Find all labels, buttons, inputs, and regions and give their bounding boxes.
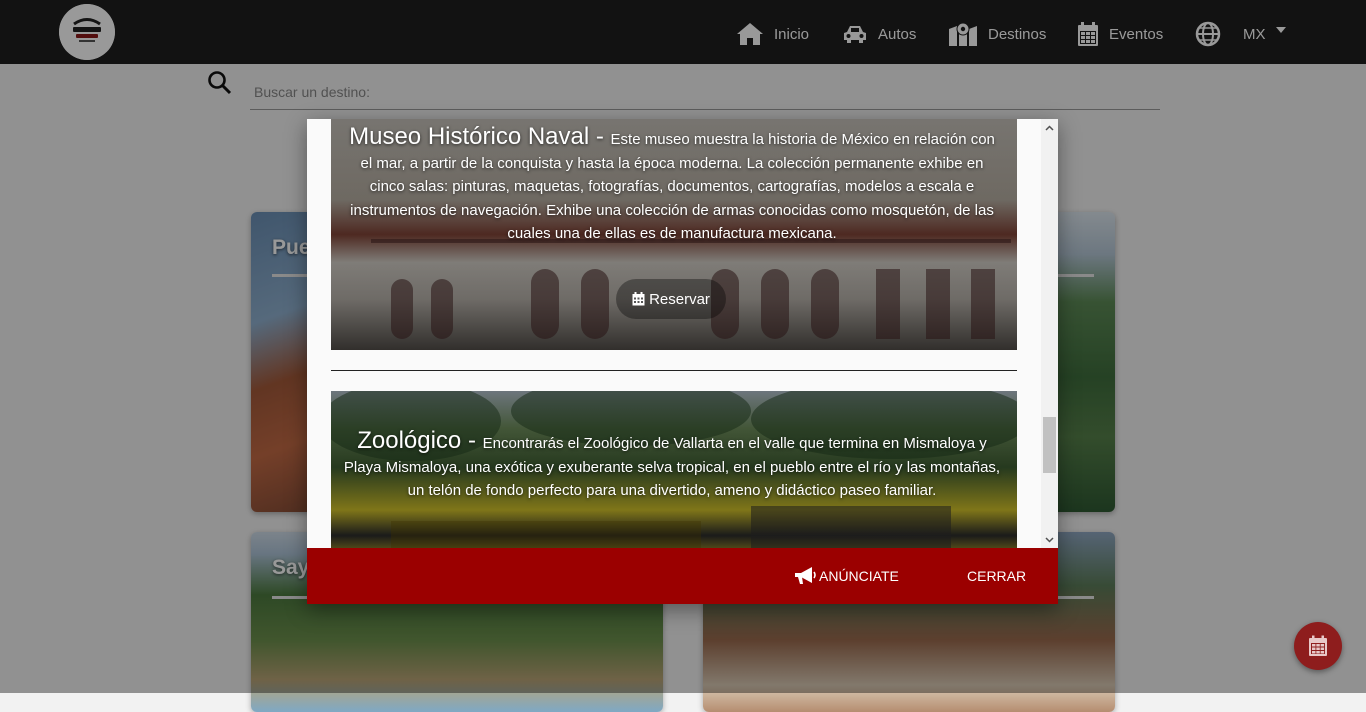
attraction-card: Zoológico - Encontrarás el Zoológico de … (331, 391, 1017, 548)
cerrar-button[interactable]: CERRAR (967, 548, 1026, 604)
chevron-down-icon (1045, 536, 1054, 543)
scroll-up-arrow[interactable] (1041, 119, 1058, 136)
calendar-fab-button[interactable] (1294, 622, 1342, 670)
attraction-info: Zoológico - Encontrarás el Zoológico de … (343, 429, 1001, 503)
chevron-up-icon (1045, 124, 1054, 131)
attraction-separator: - (461, 427, 483, 454)
attraction-name: Museo Histórico Naval (349, 123, 590, 150)
reservar-button[interactable]: Reservar (616, 279, 726, 319)
attraction-separator: - (589, 123, 611, 150)
calendar-icon (632, 292, 645, 306)
scroll-down-arrow[interactable] (1041, 531, 1058, 548)
attraction-card: Museo Histórico Naval - Este museo muest… (331, 119, 1017, 350)
anunciate-label: ANÚNCIATE (819, 568, 899, 584)
scrollbar-thumb[interactable] (1043, 417, 1056, 473)
attraction-name: Zoológico (357, 427, 462, 454)
modal-content[interactable]: Museo Histórico Naval - Este museo muest… (307, 119, 1058, 548)
attractions-modal: Museo Histórico Naval - Este museo muest… (307, 119, 1058, 604)
modal-footer: ANÚNCIATE CERRAR (307, 548, 1058, 604)
anunciate-button[interactable]: ANÚNCIATE (793, 548, 899, 604)
attraction-divider (331, 370, 1017, 371)
cerrar-label: CERRAR (967, 568, 1027, 584)
attraction-info: Museo Histórico Naval - Este museo muest… (343, 125, 1001, 246)
calendar-icon (1309, 635, 1327, 656)
megaphone-icon (795, 567, 816, 584)
reservar-label: Reservar (649, 290, 710, 308)
modal-scrollbar[interactable] (1041, 119, 1058, 548)
